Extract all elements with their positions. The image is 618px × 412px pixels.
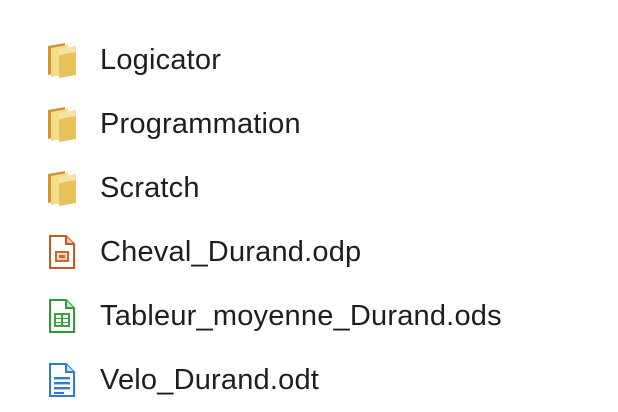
folder-icon (42, 168, 82, 208)
file-item-logicator[interactable]: Logicator (42, 28, 502, 92)
text-document-file-icon (42, 360, 82, 400)
file-name: Velo_Durand.odt (100, 363, 320, 396)
file-item-cheval-durand-odp[interactable]: Cheval_Durand.odp (42, 220, 502, 284)
file-name: Scratch (100, 171, 200, 204)
file-name: Cheval_Durand.odp (100, 235, 362, 268)
presentation-file-icon (42, 232, 82, 272)
file-name: Tableur_moyenne_Durand.ods (100, 299, 502, 332)
file-item-scratch[interactable]: Scratch (42, 156, 502, 220)
file-item-velo-durand-odt[interactable]: Velo_Durand.odt (42, 348, 502, 412)
folder-icon (42, 40, 82, 80)
folder-icon (42, 104, 82, 144)
file-list: Logicator Programmation Scratch Cheval_D… (42, 28, 502, 412)
file-name: Programmation (100, 107, 301, 140)
file-name: Logicator (100, 43, 222, 76)
file-item-tableur-moyenne-durand-ods[interactable]: Tableur_moyenne_Durand.ods (42, 284, 502, 348)
file-item-programmation[interactable]: Programmation (42, 92, 502, 156)
spreadsheet-file-icon (42, 296, 82, 336)
